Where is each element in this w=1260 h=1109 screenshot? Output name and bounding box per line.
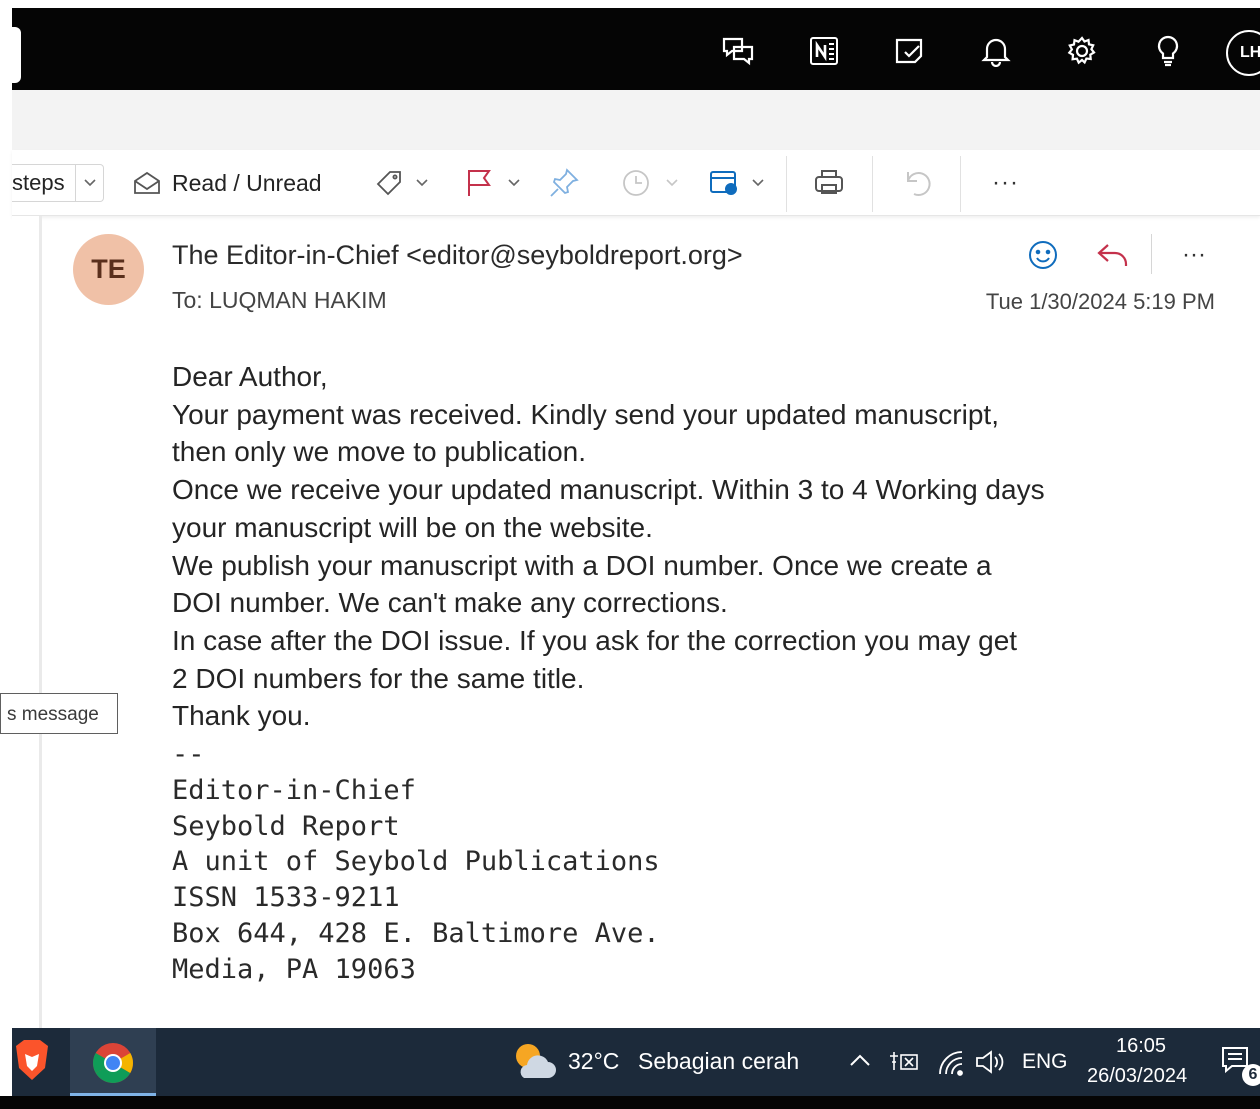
weather-temperature[interactable]: 32°C	[568, 1048, 619, 1075]
chevron-down-icon[interactable]	[416, 179, 428, 187]
email-signature: -- Editor-in-Chief Seybold Report A unit…	[172, 737, 660, 988]
chrome-taskbar-button[interactable]	[70, 1028, 156, 1096]
envelope-open-icon	[134, 171, 160, 194]
header-divider	[1151, 234, 1152, 274]
clock-icon	[623, 170, 649, 196]
header-strip	[12, 90, 1260, 150]
usb-icon[interactable]	[888, 1048, 920, 1079]
pin-icon	[550, 168, 579, 197]
categorize-button[interactable]	[374, 164, 428, 202]
weather-description[interactable]: Sebagian cerah	[638, 1048, 799, 1075]
rules-button[interactable]	[708, 164, 764, 202]
signature-line: Editor-in-Chief	[172, 774, 416, 806]
chevron-down-icon[interactable]	[752, 179, 764, 187]
bell-icon[interactable]	[976, 31, 1016, 71]
read-unread-label: Read / Unread	[172, 169, 322, 196]
teams-chat-icon[interactable]	[718, 31, 758, 71]
signature-line: Seybold Report	[172, 810, 400, 842]
body-line: We publish your manuscript with a DOI nu…	[172, 549, 992, 581]
toolbar-divider	[960, 156, 961, 212]
message-body: Dear Author, Your payment was received. …	[172, 358, 1232, 735]
top-app-bar: LH	[12, 8, 1260, 90]
screen-bottom-edge	[0, 1096, 1260, 1109]
snooze-button[interactable]	[620, 164, 678, 202]
chevron-down-icon[interactable]	[666, 179, 678, 187]
signature-line: Media, PA 19063	[172, 953, 416, 985]
signature-line: Box 644, 428 E. Baltimore Ave.	[172, 917, 660, 949]
chrome-icon	[93, 1043, 133, 1083]
body-line: In case after the DOI issue. If you ask …	[172, 624, 1018, 656]
body-line: Once we receive your updated manuscript.…	[172, 474, 1045, 506]
brave-browser-icon[interactable]	[12, 1038, 52, 1086]
print-icon	[815, 170, 843, 194]
toolbar-divider	[872, 156, 873, 212]
lightbulb-icon[interactable]	[1148, 31, 1188, 71]
notification-badge: 6	[1242, 1064, 1260, 1086]
sender-name[interactable]: The Editor-in-Chief <editor@seyboldrepor…	[172, 240, 743, 271]
undo-icon	[907, 172, 931, 196]
windows-taskbar: 32°C Sebagian cerah ENG 16:05 26/03/2024…	[12, 1028, 1260, 1096]
flag-icon	[468, 170, 491, 196]
language-indicator[interactable]: ENG	[1022, 1050, 1068, 1074]
body-line: then only we move to publication.	[172, 436, 587, 468]
body-line: 2 DOI numbers for the same title.	[172, 662, 585, 694]
clock-date[interactable]: 26/03/2024	[1087, 1065, 1187, 1088]
chevron-down-icon[interactable]	[75, 165, 103, 201]
search-box[interactable]	[12, 27, 21, 83]
undo-button[interactable]	[902, 164, 934, 202]
body-line: DOI number. We can't make any correction…	[172, 587, 728, 619]
message-toolbar: steps Read / Unread ···	[12, 150, 1260, 216]
toolbar-divider	[786, 156, 787, 212]
emoji-reaction-icon[interactable]	[1024, 236, 1062, 274]
quick-steps-button[interactable]: steps	[12, 164, 104, 202]
flag-button[interactable]	[464, 164, 520, 202]
message-date: Tue 1/30/2024 5:19 PM	[985, 289, 1215, 314]
more-actions-button[interactable]: ···	[992, 164, 1019, 202]
signature-line: --	[172, 739, 205, 770]
chevron-up-icon[interactable]	[848, 1050, 872, 1075]
tag-icon	[376, 171, 401, 196]
clock-time[interactable]: 16:05	[1116, 1035, 1166, 1058]
body-line: Your payment was received. Kindly send y…	[172, 398, 999, 430]
body-line: Dear Author,	[172, 361, 328, 392]
sender-avatar[interactable]: TE	[73, 234, 144, 305]
rules-icon	[710, 171, 737, 195]
body-line: Thank you.	[172, 700, 311, 732]
message-list-edge	[12, 216, 42, 1029]
pin-button[interactable]	[548, 164, 580, 202]
account-avatar[interactable]: LH	[1226, 30, 1260, 76]
tooltip: s message	[0, 693, 118, 734]
weather-icon[interactable]	[510, 1040, 556, 1087]
quick-steps-label: steps	[12, 170, 65, 195]
message-more-button[interactable]: ···	[1172, 236, 1216, 274]
signature-line: A unit of Seybold Publications	[172, 846, 660, 878]
print-button[interactable]	[812, 164, 846, 202]
gear-icon[interactable]	[1062, 31, 1102, 71]
read-unread-button[interactable]: Read / Unread	[132, 164, 322, 202]
chevron-down-icon[interactable]	[508, 179, 520, 187]
wifi-icon[interactable]	[936, 1048, 966, 1081]
onenote-icon[interactable]	[804, 31, 844, 71]
reply-icon[interactable]	[1094, 236, 1132, 274]
my-day-icon[interactable]	[890, 31, 930, 71]
body-line: your manuscript will be on the website.	[172, 511, 653, 543]
recipient-line: To: LUQMAN HAKIM	[172, 287, 387, 313]
volume-icon[interactable]	[974, 1048, 1008, 1081]
signature-line: ISSN 1533-9211	[172, 882, 400, 914]
screen-edge	[0, 0, 12, 1109]
